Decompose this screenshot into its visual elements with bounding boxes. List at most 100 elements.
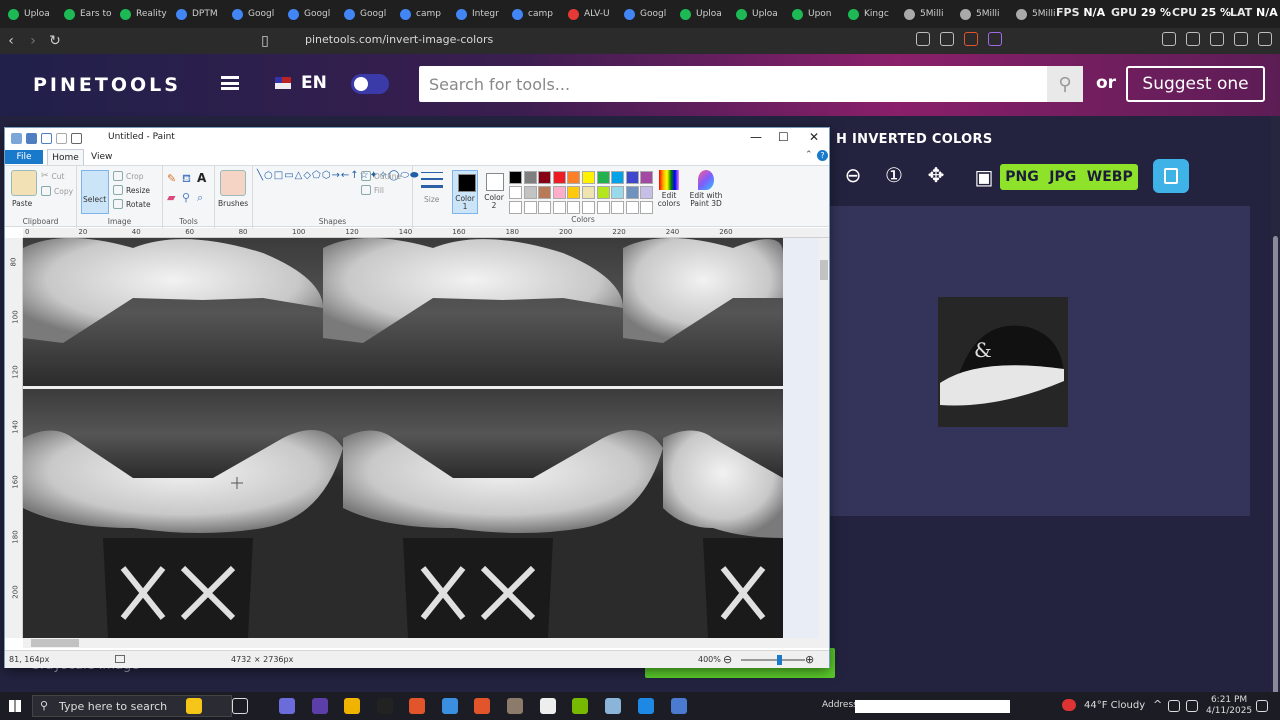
canvas-horizontal-scrollbar[interactable] [23,638,829,648]
zoom-slider[interactable] [741,659,805,661]
browser-tab[interactable]: Reality [112,0,168,28]
edit-colors-button[interactable]: Edit colors [657,170,681,208]
palette-swatch[interactable] [582,186,595,199]
task-view-icon[interactable] [232,698,248,714]
app-icon-3[interactable] [377,698,393,714]
size-button[interactable]: Size [424,195,439,204]
fill-bucket-icon[interactable]: ⛾ [182,172,191,187]
palette-swatch[interactable] [538,201,552,214]
png-button[interactable]: PNG [1005,169,1038,185]
minimize-icon[interactable]: — [750,130,762,144]
fill-dropdown[interactable]: Fill [361,185,384,195]
palette-swatch[interactable] [509,171,522,184]
start-icon[interactable] [9,700,21,712]
browser-tab[interactable]: Googl [224,0,280,28]
palette-swatch[interactable] [625,171,639,184]
color-picker-icon[interactable]: ⚲ [182,191,190,204]
forward-icon[interactable]: › [22,30,44,52]
bookmark-icon[interactable]: ▯ [254,30,276,52]
palette-swatch[interactable] [596,171,610,184]
tab-view[interactable]: View [91,152,112,162]
notifications-icon[interactable] [1256,700,1268,712]
rewards-icon[interactable] [988,32,1002,46]
palette-swatch[interactable] [567,186,581,199]
browser-tab[interactable]: Googl [616,0,672,28]
rotate-button[interactable]: Rotate [113,199,151,209]
minimize-ribbon-icon[interactable]: ⌃ [805,150,813,160]
crop-button[interactable]: Crop [113,171,144,181]
back-icon[interactable]: ‹ [0,30,22,52]
zoom-icon[interactable] [916,32,930,46]
palette-swatch[interactable] [523,186,537,199]
palette-swatch[interactable] [538,186,552,199]
clock[interactable]: 6:21 PM 4/11/2025 [1206,695,1252,717]
size-lines-icon[interactable] [421,172,443,188]
palette-swatch[interactable] [552,171,566,184]
calculator-icon[interactable] [671,698,687,714]
palette-swatch[interactable] [552,186,566,199]
palette-swatch[interactable] [640,186,654,199]
tab-home[interactable]: Home [47,149,84,165]
palette-swatch[interactable] [552,201,566,214]
search-icon[interactable]: ⚲ [1047,66,1083,102]
save-icon[interactable] [26,132,37,144]
nvidia-icon[interactable] [572,698,588,714]
browser-tab[interactable]: 5Milli [896,0,952,28]
palette-swatch[interactable] [611,201,625,214]
address-toolbar-input[interactable] [855,700,1010,713]
brushes-icon[interactable] [220,170,246,196]
brushes-button[interactable]: Brushes [218,199,248,208]
palette-swatch[interactable] [509,186,522,199]
taskbar-search[interactable]: Type here to search [32,695,232,717]
shapes-gallery[interactable]: ╲○□▭△◇⬠⬡→←↑☆✦✧◯⬭⬬ [257,170,419,206]
canvas-area[interactable] [23,238,821,638]
palette-swatch[interactable] [509,201,522,214]
palette-swatch[interactable] [523,171,537,184]
copy-button[interactable]: Copy [41,186,73,196]
app-icon-2[interactable] [312,698,328,714]
quick-access-dropdown-icon[interactable] [71,132,82,144]
zoom-reset-icon[interactable]: ① [879,160,909,190]
sidebar-icon[interactable] [1186,32,1200,46]
browser-tab[interactable]: DPTM [168,0,224,28]
browser-tab[interactable]: Uploa [0,0,56,28]
app-icon-7[interactable] [638,698,654,714]
vpn-icon[interactable] [1234,32,1248,46]
browser-tab[interactable]: Googl [280,0,336,28]
browser-tab[interactable]: Ears to [56,0,112,28]
browser-tab[interactable]: Integr [448,0,504,28]
browser-tab[interactable]: Upon [784,0,840,28]
app-icon-5[interactable] [474,698,490,714]
app-icon-1[interactable] [279,698,295,714]
tool-search-input[interactable]: Search for tools... ⚲ [419,66,1083,102]
move-icon[interactable]: ✥ [921,160,951,190]
select-tool[interactable] [81,170,109,214]
dark-mode-toggle[interactable] [351,74,389,94]
browser-tab[interactable]: Googl [336,0,392,28]
reload-icon[interactable]: ↻ [44,30,66,52]
page-scrollbar[interactable] [1271,116,1280,720]
canvas-vertical-scrollbar[interactable] [819,238,829,638]
media-player-icon[interactable] [540,698,556,714]
palette-swatch[interactable] [625,201,639,214]
zoom-out-icon[interactable]: ⊖ [838,160,868,190]
app-icon-4[interactable] [442,698,458,714]
palette-swatch[interactable] [640,171,654,184]
jpg-button[interactable]: JPG [1049,169,1076,185]
webp-button[interactable]: WEBP [1087,169,1133,185]
color1-button[interactable]: Color 1 [452,170,478,214]
paint3d-button[interactable]: Edit with Paint 3D [689,170,723,208]
network-icon[interactable] [1186,700,1198,712]
palette-swatch[interactable] [567,201,581,214]
zoom-out-icon[interactable]: ⊖ [723,653,732,666]
pencil-icon[interactable]: ✎ [167,172,176,185]
weather-text[interactable]: 44°F Cloudy [1084,700,1145,711]
undo-icon[interactable] [41,132,52,144]
browser-tab[interactable]: Uploa [672,0,728,28]
color2-button[interactable]: Color 2 [481,170,507,214]
palette-swatch[interactable] [582,171,595,184]
palette-swatch[interactable] [582,201,595,214]
us-flag-icon[interactable] [275,77,291,89]
brave-icon[interactable] [409,698,425,714]
hamburger-menu-icon[interactable] [221,76,239,90]
